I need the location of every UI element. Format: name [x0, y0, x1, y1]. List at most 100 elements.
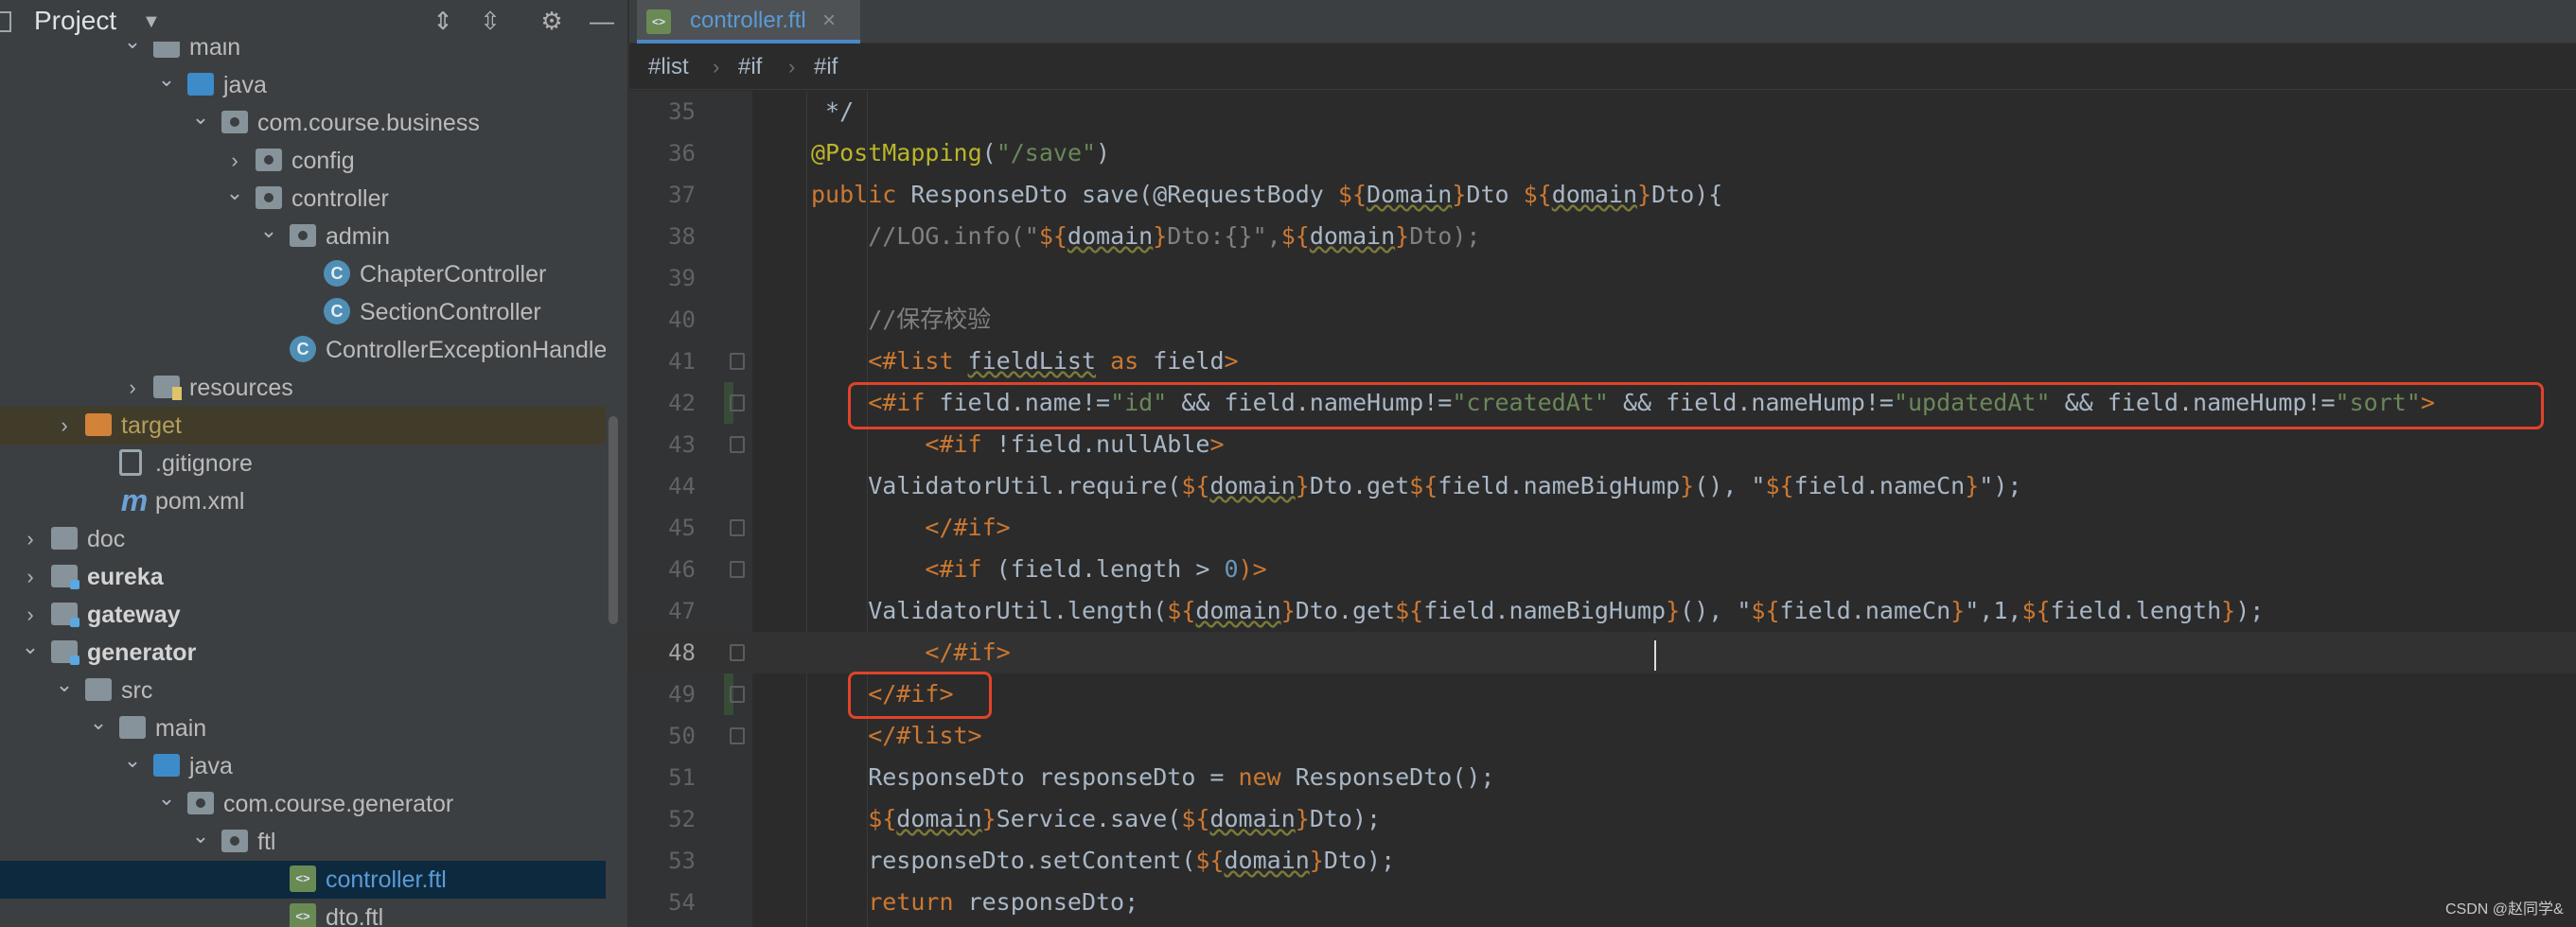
tree-item[interactable]: ⌄ controller — [0, 180, 606, 218]
chevron-down-icon[interactable]: ⌄ — [257, 218, 280, 255]
chevron-right-icon[interactable]: › — [53, 407, 76, 445]
code-line[interactable]: 44 ValidatorUtil.require(${domain}Dto.get… — [629, 465, 2576, 507]
tree-item-label: pom.xml — [155, 488, 245, 515]
code-text: <#if !field.nullAble> — [925, 430, 1225, 458]
tree-item[interactable]: ⌄ com.course.business — [0, 104, 606, 142]
collapse-all-icon[interactable]: ⇳ — [473, 4, 507, 38]
gear-icon[interactable]: ⚙ — [535, 4, 569, 38]
hide-panel-icon[interactable]: — — [585, 4, 619, 38]
code-line[interactable]: 46 <#if (field.length > 0)> — [629, 549, 2576, 590]
tab-controller-ftl[interactable]: <> controller.ftl × — [637, 0, 860, 44]
tree-item[interactable]: <> controller.ftl — [0, 861, 606, 899]
code-line[interactable]: 51 ResponseDto responseDto = new Response… — [629, 757, 2576, 798]
fold-icon[interactable] — [730, 436, 745, 453]
breadcrumb-item[interactable]: #list — [648, 52, 689, 82]
package-icon — [290, 224, 316, 247]
chevron-right-icon[interactable]: › — [19, 596, 42, 634]
fold-icon[interactable] — [730, 644, 745, 661]
tree-item[interactable]: .gitignore — [0, 445, 606, 482]
tree-item[interactable]: ⌄ src — [0, 672, 606, 709]
code-line[interactable]: 53 responseDto.setContent(${domain}Dto); — [629, 840, 2576, 882]
tree-item[interactable]: C SectionController — [0, 293, 606, 331]
tree-item[interactable]: › gateway — [0, 596, 606, 634]
tree-scrollbar[interactable] — [609, 416, 618, 624]
chevron-down-icon[interactable]: ⌄ — [121, 42, 144, 66]
breadcrumb-separator-icon: › — [713, 55, 720, 79]
source-folder-icon — [153, 754, 180, 777]
package-icon — [187, 792, 214, 814]
fold-icon[interactable] — [730, 686, 745, 703]
tree-item[interactable]: ⌄ ftl — [0, 823, 606, 861]
code-line[interactable]: 47 ValidatorUtil.length(${domain}Dto.get$… — [629, 590, 2576, 632]
code-line[interactable]: 52 ${domain}Service.save(${domain}Dto); — [629, 798, 2576, 840]
project-view-title[interactable]: Project — [34, 5, 116, 37]
tree-item[interactable]: › resources — [0, 369, 606, 407]
module-folder-icon — [51, 565, 79, 589]
chevron-down-icon[interactable]: ▼ — [142, 11, 161, 33]
code-line[interactable]: 35 */ — [629, 91, 2576, 132]
chevron-down-icon[interactable]: ⌄ — [155, 785, 178, 823]
chevron-down-icon[interactable]: ⌄ — [189, 104, 212, 142]
chevron-right-icon[interactable]: › — [121, 369, 144, 407]
code-line[interactable]: 50 </#list> — [629, 715, 2576, 757]
chevron-down-icon[interactable]: ⌄ — [19, 634, 42, 672]
code-line[interactable]: 36 @PostMapping("/save") — [629, 132, 2576, 174]
chevron-down-icon[interactable]: ⌄ — [87, 709, 110, 747]
code-line[interactable]: 43 <#if !field.nullAble> — [629, 424, 2576, 465]
maven-file-icon: m — [120, 483, 149, 517]
code-editor[interactable]: 35 */ 36 @PostMapping("/save") 37 public Resp… — [629, 91, 2576, 927]
code-line[interactable]: 54 return responseDto; — [629, 882, 2576, 923]
tree-item[interactable]: › eureka — [0, 558, 606, 596]
chevron-down-icon[interactable]: ⌄ — [189, 823, 212, 861]
module-folder-icon — [51, 640, 79, 665]
chevron-right-icon[interactable]: › — [19, 520, 42, 558]
breadcrumb-item[interactable]: #if — [814, 52, 838, 82]
tree-item[interactable]: m pom.xml — [0, 482, 606, 520]
editor-area: <> controller.ftl × #list › #if › #if 35… — [629, 0, 2576, 927]
line-number: 47 — [668, 598, 696, 624]
folder-icon — [85, 678, 112, 701]
tree-item[interactable]: C ControllerExceptionHandle — [0, 331, 606, 369]
chevron-right-icon[interactable]: › — [19, 558, 42, 596]
code-line[interactable]: 41 <#list fieldList as field> — [629, 341, 2576, 382]
chevron-down-icon[interactable]: ⌄ — [53, 672, 76, 709]
tree-item[interactable]: › doc — [0, 520, 606, 558]
java-class-icon: C — [324, 298, 350, 324]
code-line[interactable]: 40 //保存校验 — [629, 299, 2576, 341]
tree-item-label: SectionController — [360, 299, 541, 325]
tree-item[interactable]: ⌄ java — [0, 66, 606, 104]
fold-icon[interactable] — [730, 727, 745, 744]
fold-icon[interactable] — [730, 519, 745, 536]
tree-item-label: ftl — [257, 829, 276, 855]
tree-item[interactable]: ⌄ admin — [0, 218, 606, 255]
chevron-down-icon[interactable]: ⌄ — [121, 747, 144, 785]
fold-icon[interactable] — [730, 394, 745, 411]
code-line[interactable]: 39 — [629, 257, 2576, 299]
close-icon[interactable]: × — [822, 6, 836, 36]
tree-item[interactable]: › config — [0, 142, 606, 180]
breadcrumb-item[interactable]: #if — [738, 52, 762, 82]
line-number: 54 — [668, 889, 696, 916]
chevron-right-icon[interactable]: › — [223, 142, 246, 180]
code-line[interactable]: 37 public ResponseDto save(@RequestBody $… — [629, 174, 2576, 216]
code-line[interactable]: 45 </#if> — [629, 507, 2576, 549]
tree-item[interactable]: C ChapterController — [0, 255, 606, 293]
highlight-box-if-condition — [848, 382, 2544, 429]
chevron-down-icon[interactable]: ⌄ — [223, 180, 246, 218]
tree-item[interactable]: › target — [0, 407, 606, 445]
code-text: */ — [825, 97, 855, 125]
tree-item[interactable]: ⌄ java — [0, 747, 606, 785]
code-line[interactable]: 38 //LOG.info("${domain}Dto:{}",${domain}… — [629, 216, 2576, 257]
tree-item[interactable]: ⌄ com.course.generator — [0, 785, 606, 823]
tree-item-label: com.course.business — [257, 110, 480, 136]
code-text: responseDto.setContent(${domain}Dto); — [868, 847, 1396, 874]
code-line[interactable]: 48 </#if> — [629, 632, 2576, 673]
tree-item[interactable]: ⌄ main — [0, 42, 606, 66]
expand-all-icon[interactable]: ⇕ — [426, 4, 460, 38]
tree-item[interactable]: ⌄ generator — [0, 634, 606, 672]
fold-icon[interactable] — [730, 561, 745, 578]
tree-item[interactable]: ⌄ main — [0, 709, 606, 747]
fold-icon[interactable] — [730, 353, 745, 370]
tree-item[interactable]: <> dto.ftl — [0, 899, 606, 927]
chevron-down-icon[interactable]: ⌄ — [155, 66, 178, 104]
